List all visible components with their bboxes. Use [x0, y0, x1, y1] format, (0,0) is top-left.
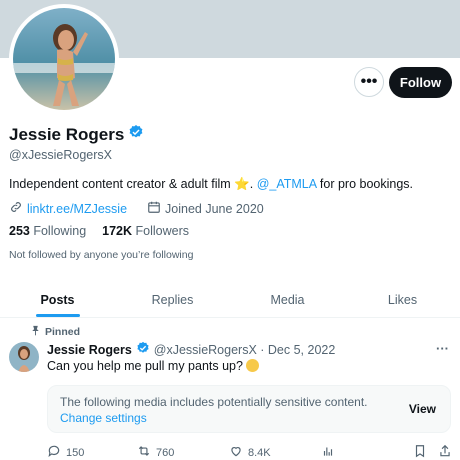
reply-count: 150	[66, 446, 85, 459]
profile-bio: Independent content creator & adult film…	[9, 176, 449, 192]
heart-icon	[229, 444, 243, 460]
link-icon	[9, 200, 23, 217]
reply-icon	[47, 444, 61, 460]
profile-meta: linktr.ee/MZJessie Joined June 2020	[9, 200, 264, 217]
tab-replies[interactable]: Replies	[115, 282, 230, 317]
share-icon	[438, 444, 452, 460]
bookmark-button[interactable]	[413, 444, 427, 460]
pinned-indicator: Pinned	[30, 325, 80, 339]
profile-tabs: Posts Replies Media Likes	[0, 282, 460, 318]
tweet-actions: 150 760 8.4K	[47, 444, 451, 460]
tab-media[interactable]: Media	[230, 282, 345, 317]
followers-count: 172K	[102, 224, 133, 238]
analytics-icon	[321, 444, 335, 460]
views-button[interactable]	[321, 444, 335, 460]
view-button[interactable]: View	[409, 402, 436, 416]
following-link[interactable]: 253 Following	[9, 224, 86, 238]
bio-end-text: for pro bookings.	[319, 177, 413, 191]
change-settings-link[interactable]: Change settings	[60, 411, 147, 425]
tweet-body: Can you help me pull my pants up?	[47, 359, 243, 373]
profile-avatar[interactable]	[9, 4, 119, 114]
tweet-text: Can you help me pull my pants up?	[47, 359, 260, 373]
like-button[interactable]: 8.4K	[229, 444, 271, 460]
tweet-more-button[interactable]: ···	[436, 341, 449, 356]
star-icon: ⭐	[234, 177, 250, 191]
follow-stats: 253 Following 172K Followers	[9, 224, 189, 238]
following-label: Following	[33, 224, 87, 238]
profile-website-link[interactable]: linktr.ee/MZJessie	[27, 202, 127, 216]
sensitive-media-notice: The following media includes potentially…	[47, 385, 451, 433]
followers-link[interactable]: 172K Followers	[102, 224, 189, 238]
joined-date: Joined June 2020	[165, 201, 264, 216]
bio-separator: .	[249, 177, 254, 191]
profile-handle: @xJessieRogersX	[9, 148, 113, 162]
pin-icon	[30, 325, 41, 339]
bio-text: Independent content creator & adult film	[9, 177, 231, 191]
display-name: Jessie Rogers	[9, 124, 125, 144]
repost-button[interactable]: 760	[137, 444, 174, 460]
following-count: 253	[9, 224, 30, 238]
smirk-emoji-icon	[246, 359, 260, 372]
tweet-handle-date[interactable]: @xJessieRogersX · Dec 5, 2022	[154, 343, 336, 357]
sensitive-text: The following media includes potentially…	[60, 395, 368, 409]
verified-badge-icon	[128, 124, 144, 145]
verified-badge-icon	[136, 341, 150, 358]
calendar-icon	[147, 200, 161, 217]
tab-likes[interactable]: Likes	[345, 282, 460, 317]
follow-button[interactable]: Follow	[389, 67, 452, 98]
tweet-author-name[interactable]: Jessie Rogers	[47, 343, 132, 357]
tab-posts[interactable]: Posts	[0, 282, 115, 317]
reply-button[interactable]: 150	[47, 444, 84, 460]
bio-mention-link[interactable]: @_ATMLA	[257, 177, 317, 191]
share-button[interactable]	[438, 444, 452, 460]
repost-icon	[137, 444, 151, 460]
bookmark-icon	[413, 444, 427, 460]
name-row: Jessie Rogers	[9, 124, 144, 145]
like-count: 8.4K	[248, 446, 271, 459]
followers-label: Followers	[135, 224, 190, 238]
not-followed-note: Not followed by anyone you’re following	[9, 249, 194, 261]
pinned-label: Pinned	[45, 326, 81, 338]
tweet-avatar[interactable]	[9, 342, 39, 372]
tweet-header: Jessie Rogers @xJessieRogersX · Dec 5, 2…	[47, 341, 335, 358]
more-options-button[interactable]: •••	[354, 67, 384, 97]
repost-count: 760	[156, 446, 175, 459]
